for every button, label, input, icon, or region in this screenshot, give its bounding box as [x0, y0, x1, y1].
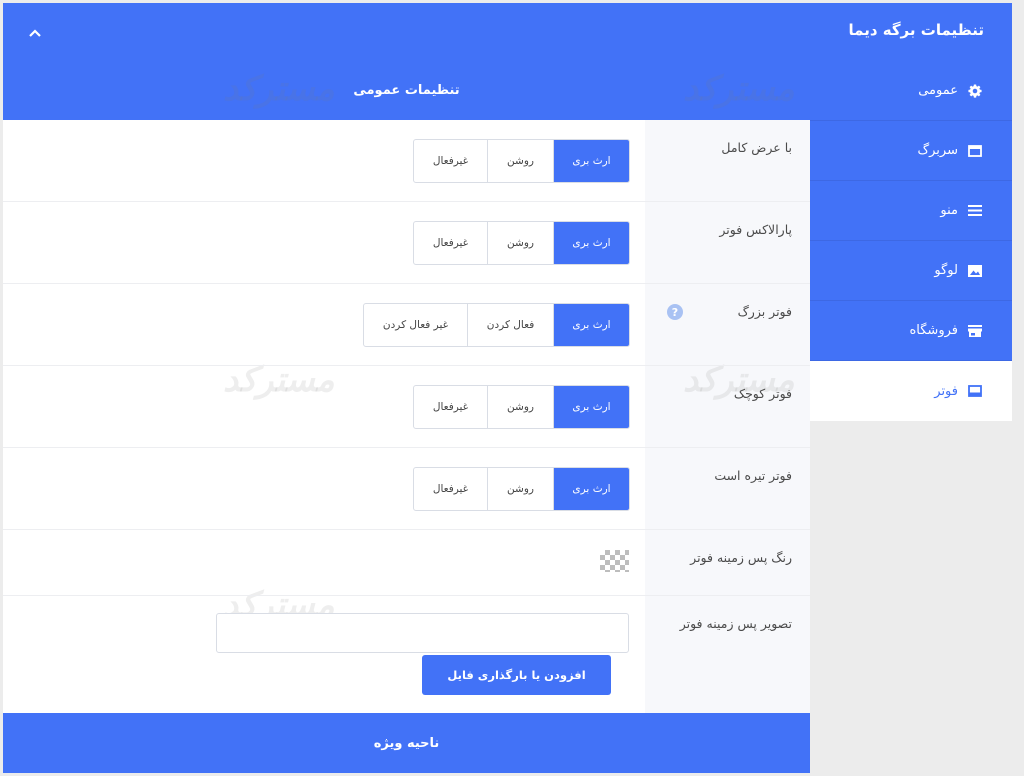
store-icon	[966, 322, 984, 340]
settings-panel: مسترکد مسترکد تنظیمات عمومی مسترکد مسترک…	[3, 61, 810, 773]
setting-row-dark-footer: فوتر تیره است غیرفعال روشن ارث بری	[3, 448, 810, 530]
sidebar-item-footer[interactable]: فوتر	[810, 361, 1012, 421]
panel-header: مسترکد مسترکد تنظیمات عمومی	[3, 61, 810, 120]
sidebar-item-general[interactable]: عمومی	[810, 61, 1012, 121]
setting-row-full-width: با عرض کامل غیرفعال روشن ارث بری	[3, 120, 810, 202]
color-picker-swatch[interactable]	[600, 550, 629, 572]
setting-label: با عرض کامل	[721, 140, 792, 155]
sidebar: عمومی سربرگ منو لوگو فروشگاه فوتر	[810, 61, 1012, 421]
settings-title: تنظیمات برگه دیما	[848, 21, 985, 39]
option-inherit[interactable]: ارث بری	[554, 468, 629, 510]
small-footer-toggle-group: غیرفعال روشن ارث بری	[413, 385, 630, 429]
setting-label: تصویر پس زمینه فوتر	[679, 616, 792, 631]
option-enable[interactable]: فعال کردن	[468, 304, 554, 346]
option-on[interactable]: روشن	[488, 140, 554, 182]
sidebar-item-label: سربرگ	[917, 143, 959, 158]
option-inherit[interactable]: ارث بری	[554, 222, 629, 264]
option-inherit[interactable]: ارث بری	[554, 386, 629, 428]
setting-row-footer-bg-image: تصویر پس زمینه فوتر افزودن یا بارگذاری ف…	[3, 596, 810, 713]
sidebar-item-header[interactable]: سربرگ	[810, 121, 1012, 181]
gear-icon	[966, 82, 984, 100]
setting-label: رنگ پس زمینه فوتر	[690, 550, 792, 565]
setting-row-footer-bg-color: رنگ پس زمینه فوتر	[3, 530, 810, 596]
sidebar-item-label: لوگو	[934, 263, 958, 278]
window-icon	[966, 142, 984, 160]
option-disabled[interactable]: غیرفعال	[414, 222, 488, 264]
panel-content: مسترکد مسترکد مسترکد با عرض کامل غیرفعال…	[3, 120, 810, 713]
option-disabled[interactable]: غیرفعال	[414, 386, 488, 428]
option-inherit[interactable]: ارث بری	[554, 140, 629, 182]
sidebar-item-label: فروشگاه	[909, 323, 958, 338]
settings-header: تنظیمات برگه دیما	[3, 3, 1012, 61]
bg-image-url-input[interactable]	[216, 613, 629, 653]
image-icon	[966, 262, 984, 280]
menu-icon	[966, 202, 984, 220]
special-area-section[interactable]: ناحیه ویژه	[3, 713, 810, 773]
upload-file-button[interactable]: افزودن یا بارگذاری فایل	[422, 655, 611, 695]
full-width-toggle-group: غیرفعال روشن ارث بری	[413, 139, 630, 183]
option-disable[interactable]: غیر فعال کردن	[364, 304, 468, 346]
option-inherit[interactable]: ارث بری	[554, 304, 629, 346]
sidebar-item-label: منو	[940, 203, 958, 218]
option-on[interactable]: روشن	[488, 386, 554, 428]
option-on[interactable]: روشن	[488, 468, 554, 510]
app-root: تنظیمات برگه دیما عمومی سربرگ منو لوگو ف…	[0, 0, 1024, 776]
setting-row-large-footer: فوتر بزرگ ? غیر فعال کردن فعال کردن ارث …	[3, 284, 810, 366]
footer-icon	[966, 382, 984, 400]
collapse-button[interactable]	[25, 23, 45, 43]
large-footer-toggle-group: غیر فعال کردن فعال کردن ارث بری	[363, 303, 630, 347]
sidebar-item-label: عمومی	[918, 83, 958, 98]
setting-label: فوتر تیره است	[714, 468, 792, 483]
dark-footer-toggle-group: غیرفعال روشن ارث بری	[413, 467, 630, 511]
option-disabled[interactable]: غیرفعال	[414, 468, 488, 510]
panel-title: تنظیمات عمومی	[353, 83, 460, 98]
sidebar-item-label: فوتر	[934, 383, 958, 399]
setting-row-small-footer: فوتر کوچک غیرفعال روشن ارث بری	[3, 366, 810, 448]
help-icon[interactable]: ?	[667, 304, 683, 320]
option-disabled[interactable]: غیرفعال	[414, 140, 488, 182]
setting-label: فوتر کوچک	[733, 386, 792, 401]
setting-label: پارالاکس فوتر	[719, 222, 792, 237]
footer-parallax-toggle-group: غیرفعال روشن ارث بری	[413, 221, 630, 265]
sidebar-item-logo[interactable]: لوگو	[810, 241, 1012, 301]
option-on[interactable]: روشن	[488, 222, 554, 264]
sidebar-item-store[interactable]: فروشگاه	[810, 301, 1012, 361]
setting-row-footer-parallax: پارالاکس فوتر غیرفعال روشن ارث بری	[3, 202, 810, 284]
sidebar-item-menu[interactable]: منو	[810, 181, 1012, 241]
chevron-up-icon	[29, 29, 41, 37]
setting-label: فوتر بزرگ	[737, 304, 792, 319]
